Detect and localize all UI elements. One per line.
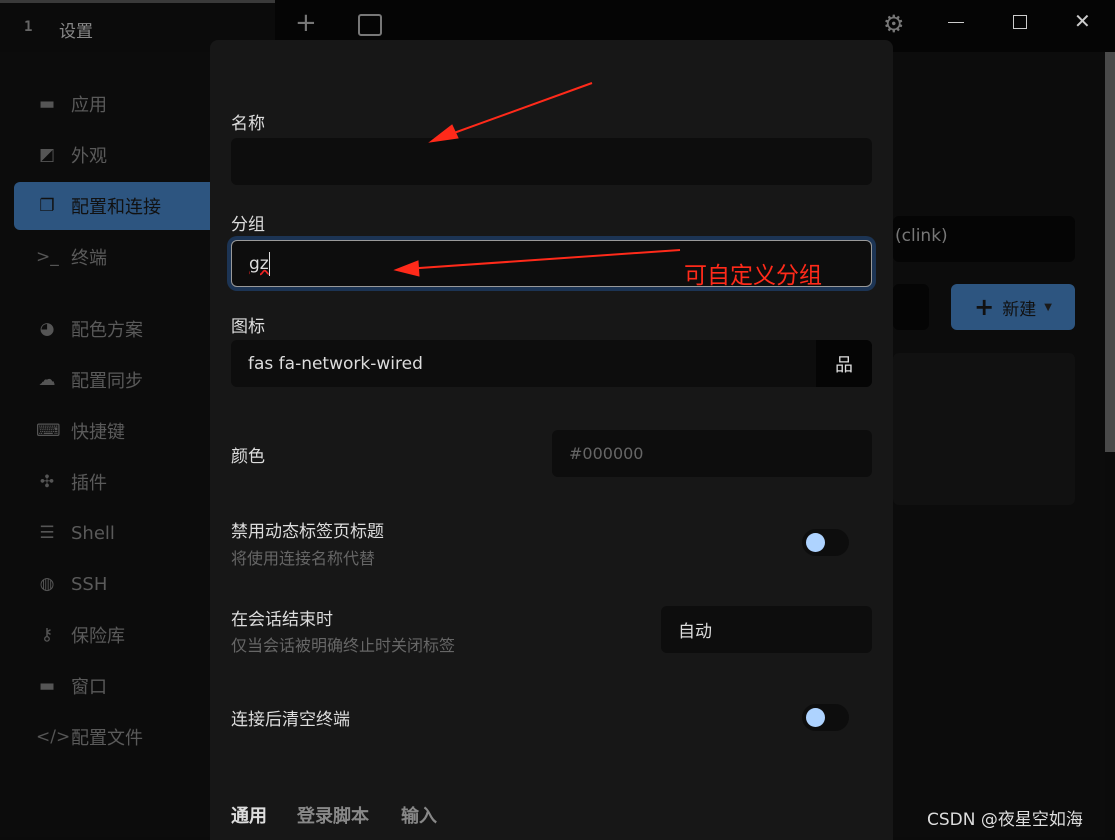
arrow-line-name [439,82,593,139]
arrow-head-name [428,124,459,143]
arrow-line-group [404,249,681,270]
watermark: CSDN @夜星空如海 [927,810,1083,830]
annotation-arrows [393,82,681,277]
arrow-head-group [393,260,420,277]
annotation-text: 可自定义分组 [684,263,822,289]
